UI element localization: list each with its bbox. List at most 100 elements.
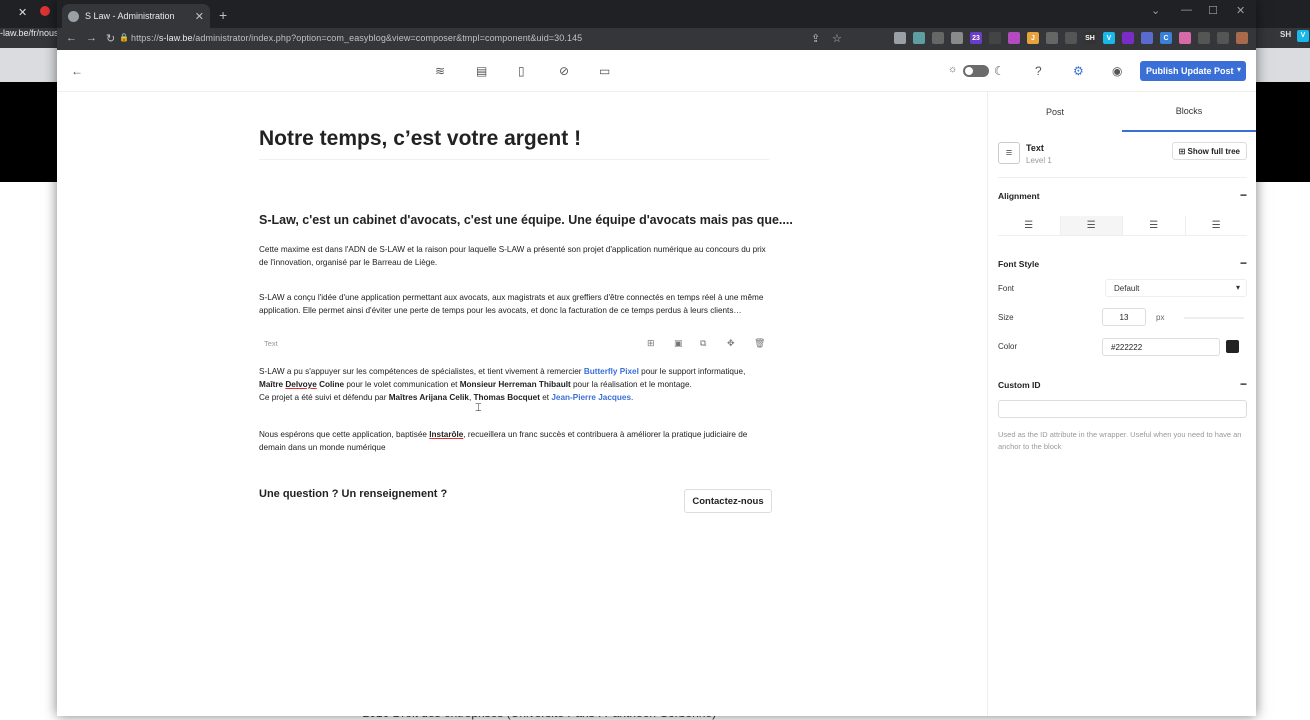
close-icon[interactable]: ✕ (195, 10, 204, 23)
grid-ext-icon[interactable] (1141, 32, 1153, 44)
paragraph-1[interactable]: Cette maxime est dans l'ADN de S-LAW et … (259, 243, 774, 269)
minimize-icon[interactable]: — (1181, 4, 1192, 16)
back-arrow-icon[interactable]: ← (66, 32, 77, 44)
document-icon[interactable]: ▯ (518, 64, 525, 78)
image-ext-icon[interactable] (951, 32, 963, 44)
star-icon[interactable]: ☆ (832, 32, 842, 45)
size-input[interactable]: 13 (1102, 308, 1146, 326)
gallery-icon[interactable]: ▤ (476, 64, 487, 78)
cross-ext-icon[interactable] (1065, 32, 1077, 44)
share-icon[interactable]: ⇪ (811, 32, 820, 45)
tab-blocks[interactable]: Blocks (1122, 92, 1256, 132)
font-select[interactable]: Default ▾ (1105, 279, 1247, 297)
color-input[interactable]: #222222 (1102, 338, 1220, 356)
contact-button[interactable]: Contactez-nous (684, 489, 772, 513)
save-block-icon[interactable]: ▣ (674, 338, 683, 349)
sidepanel-ext-icon[interactable] (1217, 32, 1229, 44)
font-style-header[interactable]: Font Style − (998, 256, 1247, 270)
sun-ext-icon[interactable] (989, 32, 1001, 44)
back-icon[interactable]: ← (71, 64, 83, 78)
tab-post[interactable]: Post (988, 92, 1122, 132)
editor-canvas[interactable]: Notre temps, c’est votre argent ! S-Law,… (57, 92, 987, 716)
show-full-tree-button[interactable]: ⊞ Show full tree (1171, 142, 1247, 160)
selected-block-info: ≡ Text Level 1 ⊞ Show full tree (998, 142, 1247, 178)
color-label: Color (998, 342, 1018, 351)
add-block-icon[interactable]: ⊞ (647, 338, 655, 349)
maximize-icon[interactable]: ☐ (1208, 4, 1218, 17)
copy-icon[interactable]: ⧉ (700, 338, 706, 349)
paragraph-3[interactable]: S-LAW a pu s'appuyer sur les compétences… (259, 365, 774, 404)
p3-text-1: S-LAW a pu s'appuyer sur les compétences… (259, 367, 584, 376)
url-prefix: https:// (131, 33, 159, 43)
align-right-icon[interactable]: ☰ (1123, 216, 1186, 235)
puzzle-ext-icon[interactable] (1198, 32, 1210, 44)
p3-text-8: . (631, 393, 634, 402)
cam-ext-icon[interactable] (1179, 32, 1191, 44)
background-v-ext-icon[interactable]: V (1297, 30, 1309, 42)
settings-gear-icon[interactable]: ⚙ (1073, 64, 1084, 78)
url-field[interactable]: https://s-law.be/administrator/index.php… (131, 33, 582, 43)
block-label: Text (264, 339, 278, 348)
cloud-ext-icon[interactable] (1046, 32, 1058, 44)
compass-icon[interactable]: ⊘ (559, 64, 569, 78)
joomla-ext-icon[interactable]: J (1027, 32, 1039, 44)
p3-bold-4: Thomas Bocquet (473, 393, 540, 402)
background-close-icon[interactable]: ✕ (18, 6, 27, 19)
image-icon[interactable]: ▭ (599, 64, 610, 78)
preview-eye-icon[interactable]: ◉ (1112, 64, 1122, 78)
tab-title: S Law - Administration (85, 11, 175, 21)
publish-update-button[interactable]: Publish Update Post ▾ (1140, 61, 1246, 81)
align-left-icon[interactable]: ☰ (998, 216, 1061, 235)
p4-app-name: Instarôle (429, 430, 464, 439)
size-unit: px (1156, 313, 1165, 322)
align-justify-icon[interactable]: ☰ (1186, 216, 1248, 235)
jean-pierre-link[interactable]: Jean-Pierre Jacques (551, 393, 631, 402)
chevron-down-icon[interactable]: ⌄ (1151, 4, 1160, 17)
font-style-title: Font Style (998, 259, 1040, 269)
p4-text-1: Nous espérons que cette application, bap… (259, 430, 430, 439)
v-ext-icon[interactable]: V (1103, 32, 1115, 44)
new-tab-button[interactable]: + (219, 7, 227, 23)
dash-ext-icon[interactable] (913, 32, 925, 44)
paragraph-2[interactable]: S-LAW a conçu l'idée d'une application p… (259, 291, 774, 317)
gear-ext-icon[interactable] (894, 32, 906, 44)
rec-ext-icon[interactable] (1122, 32, 1134, 44)
custom-id-input[interactable] (998, 400, 1247, 418)
background-tab-favicon-icon[interactable] (40, 6, 50, 16)
post-title[interactable]: Notre temps, c’est votre argent ! (259, 127, 769, 160)
background-sh-ext-icon[interactable]: SH (1280, 30, 1291, 39)
help-icon[interactable]: ? (1035, 64, 1042, 78)
collapse-icon[interactable]: − (1240, 377, 1247, 391)
collapse-icon[interactable]: − (1240, 188, 1247, 202)
trash-icon[interactable]: 🗑 (754, 338, 765, 349)
sh-ext-icon[interactable]: SH (1084, 32, 1096, 44)
publish-label: Publish Update Post (1146, 66, 1234, 76)
browser-tab[interactable]: S Law - Administration ✕ (62, 4, 210, 28)
align-center-icon[interactable]: ☰ (1060, 216, 1123, 235)
composer-window: S Law - Administration ✕ + ⌄ — ☐ ✕ ← → ↻… (57, 0, 1256, 716)
purple-ext-icon[interactable]: 23 (970, 32, 982, 44)
alignment-options: ☰ ☰ ☰ ☰ (998, 216, 1247, 236)
p3-text-7: et (539, 393, 552, 402)
profile-ext-icon[interactable] (1236, 32, 1248, 44)
magenta-ext-icon[interactable] (1008, 32, 1020, 44)
window-close-icon[interactable]: ✕ (1236, 4, 1245, 17)
collapse-icon[interactable]: − (1240, 256, 1247, 270)
move-icon[interactable]: ✥ (727, 338, 735, 349)
color-swatch[interactable] (1226, 340, 1239, 353)
p3-bold-2: Monsieur Herreman Thibault (459, 380, 571, 389)
chevron-down-icon[interactable]: ▾ (1237, 65, 1241, 74)
dark-mode-toggle[interactable] (963, 65, 989, 77)
layers-icon[interactable]: ≋ (435, 64, 445, 78)
pen-ext-icon[interactable] (932, 32, 944, 44)
c-ext-icon[interactable]: C (1160, 32, 1172, 44)
alignment-header[interactable]: Alignment − (998, 188, 1247, 202)
forward-arrow-icon[interactable]: → (86, 32, 97, 44)
paragraph-4[interactable]: Nous espérons que cette application, bap… (259, 428, 774, 454)
cta-question[interactable]: Une question ? Un renseignement ? (259, 488, 447, 500)
reload-icon[interactable]: ↻ (106, 32, 115, 45)
custom-id-header[interactable]: Custom ID − (998, 377, 1247, 391)
section-heading[interactable]: S-Law, c'est un cabinet d'avocats, c'est… (259, 213, 793, 227)
size-slider[interactable] (1184, 317, 1244, 319)
butterfly-pixel-link[interactable]: Butterfly Pixel (584, 367, 639, 376)
